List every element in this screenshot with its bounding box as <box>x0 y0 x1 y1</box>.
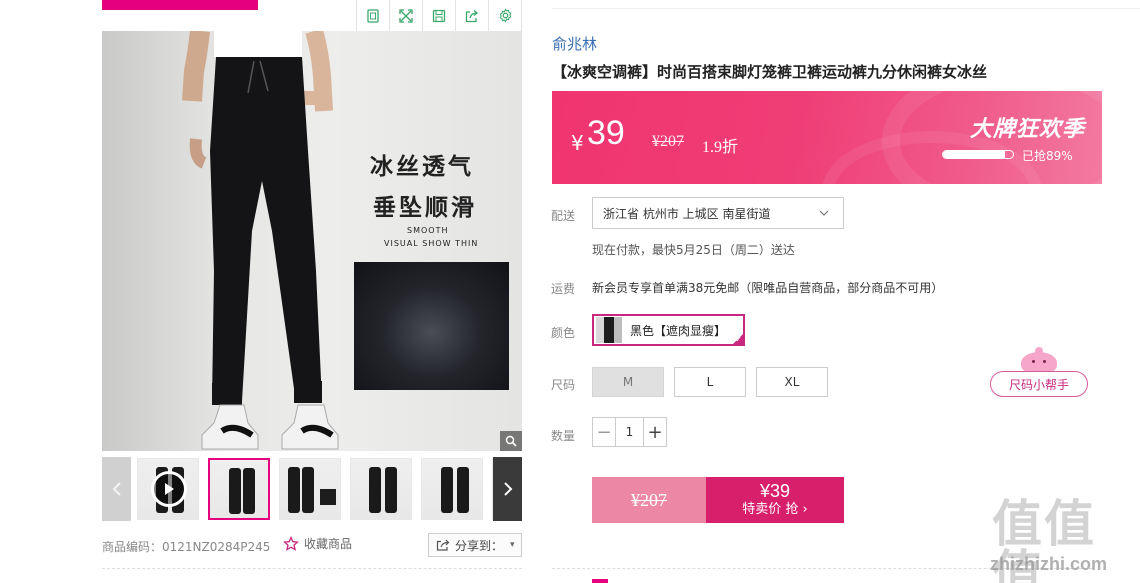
size-option-m[interactable]: M <box>592 367 664 397</box>
image-tagline-1: 冰丝透气 <box>370 154 474 180</box>
product-title: 【冰爽空调裤】时尚百搭束脚灯笼裤卫裤运动裤九分休闲裤女冰丝 <box>552 63 988 81</box>
delivery-label: 配送 <box>551 209 576 223</box>
share-icon[interactable] <box>456 0 489 31</box>
color-option-label: 黑色【遮肉显瘦】 <box>630 323 727 338</box>
image-toolbar <box>356 0 522 32</box>
delivery-estimate: 现在付款，最快5月25日（周二）送达 <box>592 243 795 257</box>
color-label: 颜色 <box>551 326 576 340</box>
original-price: ¥207 <box>652 133 684 150</box>
quantity-stepper: − 1 + <box>592 417 667 447</box>
quantity-label: 数量 <box>551 429 576 443</box>
promo-title: 大牌狂欢季 <box>970 117 1086 142</box>
quantity-minus-button[interactable]: − <box>593 418 615 446</box>
zoom-icon[interactable] <box>500 431 522 451</box>
shipping-text: 新会员专享首单满38元免邮（限唯品自营商品，部分商品不可用） <box>592 281 944 295</box>
settings-icon[interactable] <box>489 0 521 31</box>
bottom-accent <box>592 579 608 583</box>
star-icon <box>283 535 299 551</box>
currency-symbol: ¥ <box>571 131 584 155</box>
size-option-l[interactable]: L <box>674 367 746 397</box>
address-value: 浙江省 杭州市 上城区 南星街道 <box>603 206 771 221</box>
share-dropdown[interactable]: 分享到： ▾ <box>428 533 522 557</box>
price-banner: ¥ 39 ¥207 1.9折 大牌狂欢季 已抢89% <box>552 91 1102 184</box>
top-divider <box>552 8 1140 9</box>
save-icon[interactable] <box>423 0 456 31</box>
buy-label: 特卖价 抢 › <box>742 502 808 517</box>
model-illustration <box>182 31 339 450</box>
thumbnail-selected[interactable] <box>208 458 270 520</box>
current-price: 39 <box>587 114 625 152</box>
thumb-prev-button[interactable] <box>102 457 131 521</box>
quantity-input[interactable]: 1 <box>615 418 644 446</box>
thumbnail[interactable] <box>350 458 412 520</box>
image-english-line-2: VISUAL SHOW THIN <box>384 239 479 248</box>
color-option-selected[interactable]: 黑色【遮肉显瘦】 ✓ <box>592 314 745 346</box>
favorite-label: 收藏商品 <box>304 537 353 551</box>
thumb-next-button[interactable] <box>493 457 522 521</box>
size-helper-button[interactable]: 尺码小帮手 <box>990 371 1088 397</box>
share-label: 分享到： <box>455 538 504 553</box>
discount-label: 1.9折 <box>702 139 739 156</box>
size-option-xl[interactable]: XL <box>756 367 828 397</box>
image-tagline-2: 垂坠顺滑 <box>373 195 477 221</box>
buy-button[interactable]: ¥39 特卖价 抢 › <box>706 477 844 523</box>
copy-icon[interactable] <box>357 0 390 31</box>
size-label: 尺码 <box>551 378 576 392</box>
brand-link[interactable]: 俞兆林 <box>552 33 597 54</box>
thumbnail[interactable] <box>279 458 341 520</box>
buy-original-price: ¥207 <box>592 477 706 523</box>
sold-percentage: 已抢89% <box>1022 149 1073 163</box>
fabric-closeup <box>354 262 509 390</box>
divider <box>102 568 522 569</box>
thumbnail-video[interactable] <box>137 458 199 520</box>
product-code: 商品编码：0121NZ0284P245 <box>102 540 271 554</box>
main-product-image[interactable]: 冰丝透气 垂坠顺滑 SMOOTH VISUAL SHOW THIN <box>102 31 522 451</box>
share-icon <box>436 539 450 551</box>
quantity-plus-button[interactable]: + <box>644 418 666 446</box>
top-accent-bar <box>102 0 258 10</box>
color-swatch <box>596 317 622 343</box>
thumbnail-strip <box>102 457 522 521</box>
play-icon[interactable] <box>151 471 187 507</box>
address-select[interactable]: 浙江省 杭州市 上城区 南星街道 <box>592 197 844 229</box>
image-english-line-1: SMOOTH <box>407 226 449 235</box>
chevron-down-icon <box>819 210 829 216</box>
favorite-button[interactable]: 收藏商品 <box>283 535 352 552</box>
shipping-label: 运费 <box>551 282 576 296</box>
chevron-down-icon: ▾ <box>510 540 515 550</box>
watermark-url: zhizhizhi.com <box>990 554 1107 574</box>
buy-price: ¥39 <box>759 481 791 501</box>
sold-progress-bar <box>942 150 1014 159</box>
thumbnail[interactable] <box>421 458 483 520</box>
expand-icon[interactable] <box>390 0 423 31</box>
